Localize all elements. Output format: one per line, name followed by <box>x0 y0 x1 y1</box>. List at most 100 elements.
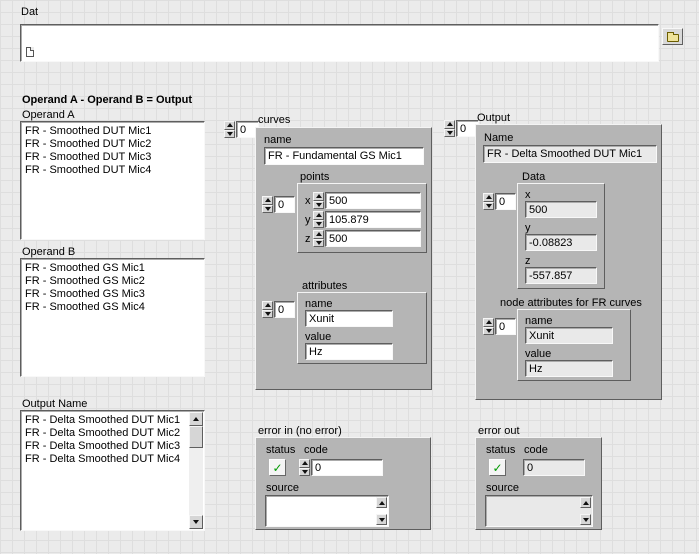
error-in-status-led[interactable]: ✓ <box>269 459 286 476</box>
list-item[interactable]: FR - Delta Smoothed DUT Mic3 <box>25 440 202 453</box>
vertical-scrollbar[interactable] <box>189 412 203 529</box>
list-item[interactable]: FR - Smoothed DUT Mic2 <box>25 138 202 151</box>
attribute-value-field[interactable]: Hz <box>305 343 393 360</box>
up-arrow-icon <box>316 232 322 236</box>
increment-button[interactable] <box>444 120 455 129</box>
data-index-spinner[interactable] <box>483 193 494 210</box>
error-in-code-field[interactable]: 0 <box>311 459 383 476</box>
decrement-button[interactable] <box>483 202 494 211</box>
increment-button[interactable] <box>224 121 235 130</box>
node-attr-value-label: value <box>525 348 551 360</box>
scroll-down-button[interactable] <box>580 514 591 525</box>
scroll-up-button[interactable] <box>580 497 591 508</box>
decrement-button[interactable] <box>483 327 494 336</box>
output-name-listbox[interactable]: FR - Delta Smoothed DUT Mic1 FR - Delta … <box>20 410 205 531</box>
attributes-index-spinner[interactable] <box>262 301 273 318</box>
list-item[interactable]: FR - Smoothed DUT Mic3 <box>25 151 202 164</box>
curves-label: curves <box>258 114 290 126</box>
points-z-spinner[interactable] <box>313 230 324 247</box>
node-attributes-index-field[interactable]: 0 <box>495 318 516 335</box>
curves-cluster: name FR - Fundamental GS Mic1 points x 5… <box>255 127 432 390</box>
curves-index-spinner[interactable] <box>224 121 235 138</box>
increment-button[interactable] <box>262 196 273 205</box>
increment-button[interactable] <box>483 193 494 202</box>
scroll-up-button[interactable] <box>189 412 203 426</box>
error-out-code-label: code <box>524 444 548 456</box>
up-arrow-icon <box>265 303 271 307</box>
increment-button[interactable] <box>262 301 273 310</box>
list-item[interactable]: FR - Smoothed GS Mic1 <box>25 262 202 275</box>
data-label: Data <box>522 171 545 183</box>
up-arrow-icon <box>227 123 233 127</box>
node-attributes-cluster: name Xunit value Hz <box>517 309 631 381</box>
node-attr-name-field: Xunit <box>525 327 613 344</box>
decrement-button[interactable] <box>262 205 273 214</box>
error-in-source-label: source <box>266 482 299 494</box>
data-x-label: x <box>525 189 531 201</box>
down-arrow-icon <box>302 470 308 474</box>
decrement-button[interactable] <box>444 129 455 138</box>
points-y-spinner[interactable] <box>313 211 324 228</box>
down-arrow-icon <box>193 520 199 524</box>
node-attr-name-label: name <box>525 315 553 327</box>
scroll-down-button[interactable] <box>189 515 203 529</box>
operand-b-listbox[interactable]: FR - Smoothed GS Mic1 FR - Smoothed GS M… <box>20 258 205 377</box>
down-arrow-icon <box>265 207 271 211</box>
scroll-up-button[interactable] <box>376 497 387 508</box>
down-arrow-icon <box>316 203 322 207</box>
output-index-spinner[interactable] <box>444 120 455 137</box>
scroll-down-button[interactable] <box>376 514 387 525</box>
error-in-code-spinner[interactable] <box>299 459 310 476</box>
attributes-label: attributes <box>302 280 347 292</box>
up-arrow-icon <box>379 501 385 505</box>
error-out-status-label: status <box>486 444 515 456</box>
increment-button[interactable] <box>313 192 324 201</box>
decrement-button[interactable] <box>313 201 324 210</box>
curve-name-field[interactable]: FR - Fundamental GS Mic1 <box>264 147 424 165</box>
attributes-index-field[interactable]: 0 <box>274 301 295 318</box>
points-index-spinner[interactable] <box>262 196 273 213</box>
attribute-name-field[interactable]: Xunit <box>305 310 393 327</box>
points-z-label: z <box>305 233 311 245</box>
up-arrow-icon <box>486 320 492 324</box>
list-item[interactable]: FR - Smoothed DUT Mic4 <box>25 164 202 177</box>
error-in-source-field[interactable] <box>265 495 389 527</box>
decrement-button[interactable] <box>313 220 324 229</box>
points-z-field[interactable]: 500 <box>325 230 421 247</box>
list-item[interactable]: FR - Delta Smoothed DUT Mic4 <box>25 453 202 466</box>
scrollbar-thumb[interactable] <box>189 426 203 448</box>
path-input[interactable] <box>20 24 659 62</box>
increment-button[interactable] <box>299 459 310 468</box>
down-arrow-icon <box>316 222 322 226</box>
list-item[interactable]: FR - Smoothed GS Mic2 <box>25 275 202 288</box>
list-item[interactable]: FR - Smoothed DUT Mic1 <box>25 125 202 138</box>
decrement-button[interactable] <box>224 130 235 139</box>
points-x-field[interactable]: 500 <box>325 192 421 209</box>
down-arrow-icon <box>447 131 453 135</box>
error-in-status-label: status <box>266 444 295 456</box>
up-arrow-icon <box>193 417 199 421</box>
points-index-field[interactable]: 0 <box>274 196 295 213</box>
node-attributes-label: node attributes for FR curves <box>500 297 642 309</box>
error-in-code-label: code <box>304 444 328 456</box>
decrement-button[interactable] <box>262 310 273 319</box>
increment-button[interactable] <box>313 230 324 239</box>
list-item[interactable]: FR - Smoothed GS Mic3 <box>25 288 202 301</box>
points-y-field[interactable]: 105.879 <box>325 211 421 228</box>
error-in-cluster: status ✓ code 0 source <box>255 437 431 530</box>
list-item[interactable]: FR - Delta Smoothed DUT Mic2 <box>25 427 202 440</box>
increment-button[interactable] <box>313 211 324 220</box>
points-x-spinner[interactable] <box>313 192 324 209</box>
node-attr-value-field: Hz <box>525 360 613 377</box>
list-item[interactable]: FR - Smoothed GS Mic4 <box>25 301 202 314</box>
decrement-button[interactable] <box>299 468 310 477</box>
browse-button[interactable] <box>662 28 683 45</box>
decrement-button[interactable] <box>313 239 324 248</box>
node-attributes-index-spinner[interactable] <box>483 318 494 335</box>
points-x-label: x <box>305 195 311 207</box>
increment-button[interactable] <box>483 318 494 327</box>
path-type-icon <box>26 47 34 57</box>
operand-a-listbox[interactable]: FR - Smoothed DUT Mic1 FR - Smoothed DUT… <box>20 121 205 240</box>
data-index-field[interactable]: 0 <box>495 193 516 210</box>
list-item[interactable]: FR - Delta Smoothed DUT Mic1 <box>25 414 202 427</box>
